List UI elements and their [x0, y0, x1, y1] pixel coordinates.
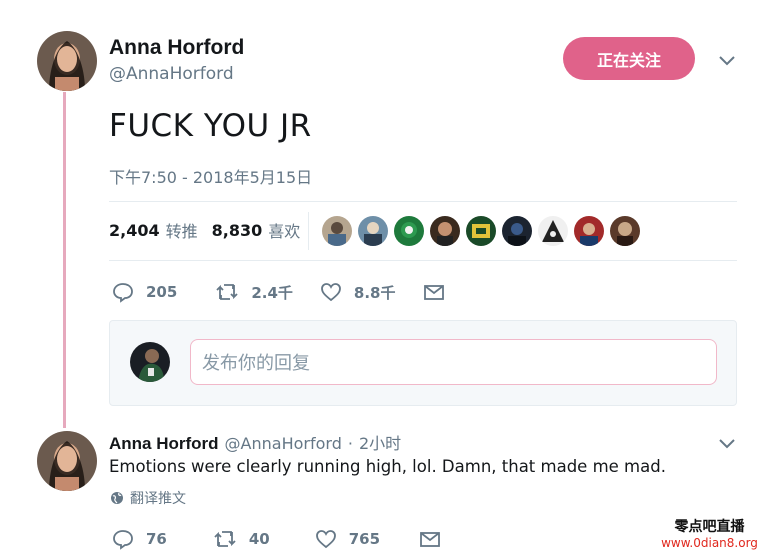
watermark-title: 零点吧直播	[674, 519, 745, 535]
liker-avatar[interactable]	[502, 216, 532, 246]
author-avatar[interactable]	[37, 31, 97, 91]
current-user-avatar[interactable]	[130, 342, 170, 382]
reply-time[interactable]: 2小时	[359, 430, 401, 454]
stats-separator	[308, 212, 309, 250]
like-action[interactable]: 8.8千	[320, 281, 396, 303]
direct-message-action[interactable]	[419, 528, 441, 550]
reply-count: 76	[146, 530, 167, 548]
thread-line	[63, 92, 66, 428]
message-icon	[424, 285, 445, 300]
like-action[interactable]: 765	[315, 528, 380, 550]
like-icon	[315, 530, 336, 549]
direct-message-action[interactable]	[423, 281, 445, 303]
liker-avatar[interactable]	[322, 216, 352, 246]
chevron-down-icon[interactable]	[718, 437, 736, 449]
reply-icon	[113, 530, 133, 550]
tweet-stats: 2,404 转推 8,830 喜欢	[109, 218, 300, 242]
message-icon	[420, 532, 440, 547]
tweet-timestamp[interactable]: 下午7:50 - 2018年5月15日	[109, 164, 312, 188]
reply-input[interactable]: 发布你的回复	[190, 339, 717, 385]
likes-count[interactable]: 8,830	[212, 221, 263, 240]
retweets-label[interactable]: 转推	[166, 218, 198, 242]
retweet-icon	[214, 531, 236, 547]
liker-avatar[interactable]	[538, 216, 568, 246]
likers-avatars	[322, 216, 640, 246]
tweet-text: FUCK YOU JR	[109, 108, 312, 144]
translate-tweet-link[interactable]: 翻译推文	[110, 488, 186, 508]
retweet-icon	[216, 284, 238, 300]
watermark: 零点吧直播 www.0dian8.org	[648, 512, 771, 554]
divider-top	[109, 201, 737, 202]
reply-author-avatar[interactable]	[37, 431, 97, 491]
retweets-count[interactable]: 2,404	[109, 221, 160, 240]
reply-action[interactable]: 205	[112, 281, 177, 303]
likes-label[interactable]: 喜欢	[268, 218, 300, 242]
like-count: 8.8千	[353, 283, 396, 302]
reply-header: Anna Horford @AnnaHorford · 2小时	[109, 430, 401, 454]
reply-count: 205	[146, 283, 178, 301]
reply-icon	[113, 283, 133, 303]
like-icon	[320, 283, 341, 302]
reply-separator: ·	[347, 434, 353, 453]
globe-icon	[111, 492, 123, 504]
author-name[interactable]: Anna Horford	[109, 36, 244, 60]
like-count: 765	[348, 530, 381, 548]
retweet-action[interactable]: 2.4千	[215, 281, 293, 303]
reply-placeholder: 发布你的回复	[202, 353, 310, 374]
following-button[interactable]: 正在关注	[563, 37, 695, 80]
reply-action[interactable]: 76	[112, 528, 167, 550]
liker-avatar[interactable]	[394, 216, 424, 246]
reply-author-handle[interactable]: @AnnaHorford	[225, 434, 342, 453]
author-handle[interactable]: @AnnaHorford	[109, 64, 234, 84]
retweet-action[interactable]: 40	[213, 528, 270, 550]
translate-label: 翻译推文	[130, 491, 186, 507]
reply-author-name[interactable]: Anna Horford	[109, 434, 219, 454]
reply-composer: 发布你的回复	[109, 320, 737, 406]
liker-avatar[interactable]	[358, 216, 388, 246]
liker-avatar[interactable]	[430, 216, 460, 246]
tweet-actions: 205 2.4千 8.8千	[112, 281, 445, 303]
chevron-down-icon[interactable]	[718, 54, 736, 66]
retweet-count: 40	[248, 530, 270, 548]
reply-actions: 76 40 765	[112, 528, 441, 550]
retweet-count: 2.4千	[251, 283, 293, 302]
liker-avatar[interactable]	[610, 216, 640, 246]
liker-avatar[interactable]	[574, 216, 604, 246]
divider-middle	[109, 260, 737, 261]
watermark-url: www.0dian8.org	[661, 536, 758, 550]
reply-text: Emotions were clearly running high, lol.…	[109, 457, 666, 476]
liker-avatar[interactable]	[466, 216, 496, 246]
